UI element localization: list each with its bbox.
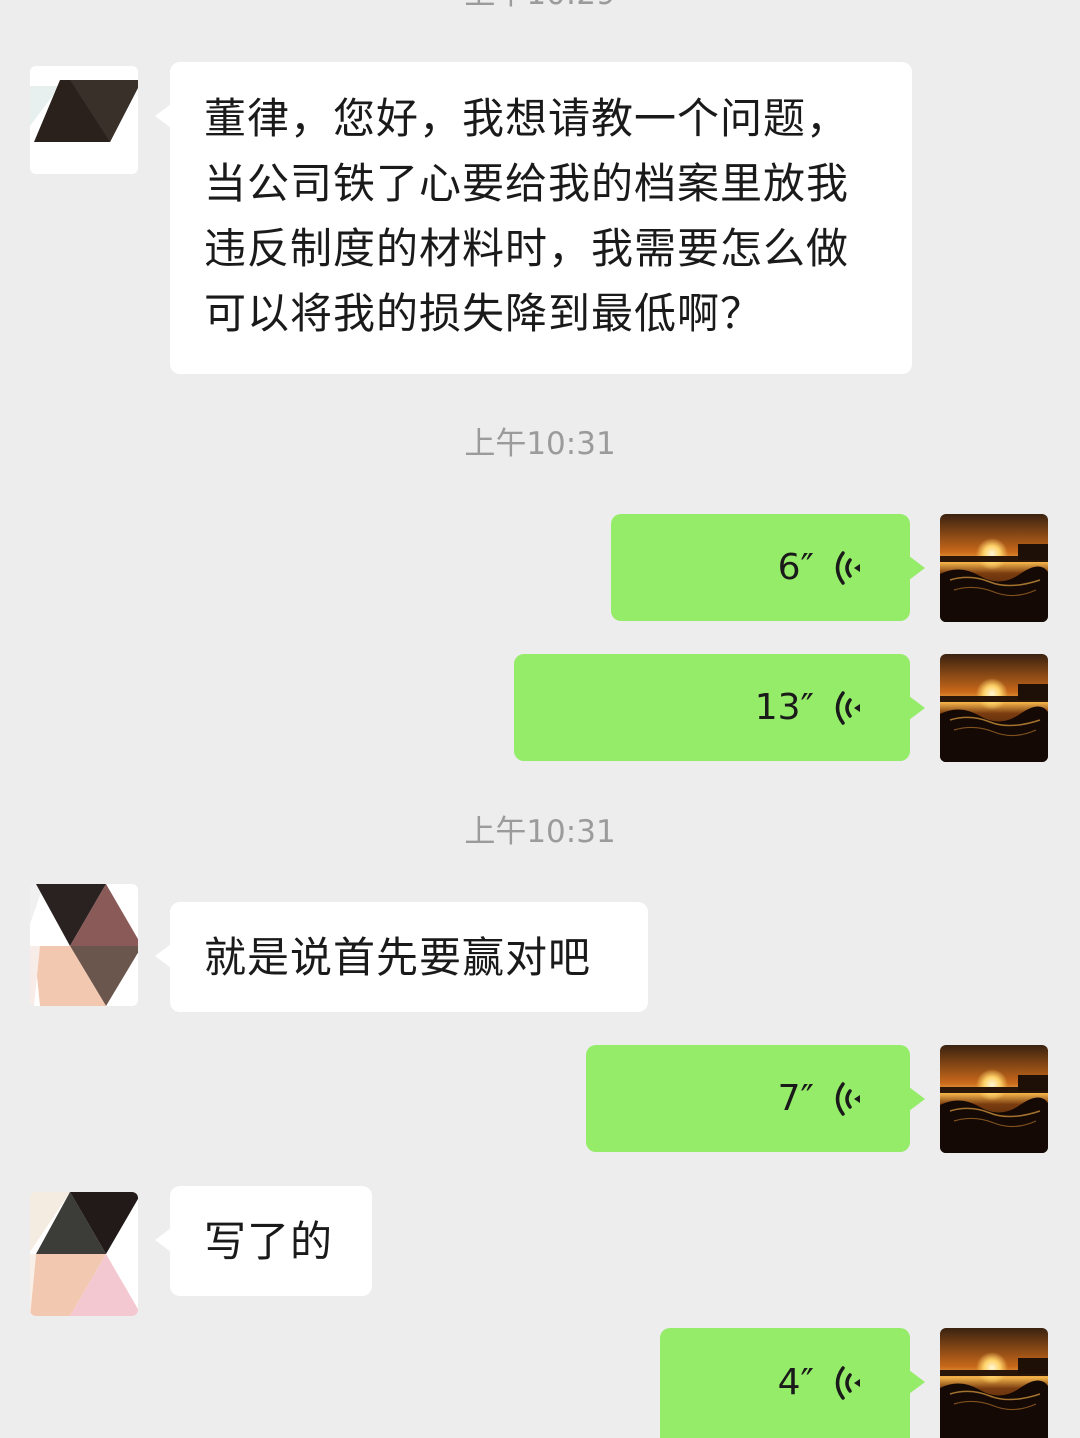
- voice-message-bubble[interactable]: 13″: [514, 654, 925, 761]
- message-bubble-incoming[interactable]: 写了的: [155, 1186, 372, 1296]
- voice-wave-icon: [835, 550, 860, 585]
- self-avatar[interactable]: [940, 1045, 1048, 1153]
- message-bubble-incoming[interactable]: 董律，您好，我想请教一个问题， 当公司铁了心要给我的档案里放我 违反制度的材料时…: [155, 62, 912, 374]
- voice-duration: 13″: [754, 686, 814, 728]
- message-line: 当公司铁了心要给我的档案里放我: [204, 159, 850, 208]
- self-avatar[interactable]: [940, 654, 1048, 762]
- contact-avatar[interactable]: [30, 884, 138, 1006]
- message-line: 写了的: [204, 1217, 334, 1266]
- voice-wave-icon: [835, 1366, 860, 1400]
- message-line: 董律，您好，我想请教一个问题，: [204, 94, 850, 143]
- message-bubble-incoming[interactable]: 就是说首先要赢对吧: [155, 902, 648, 1012]
- message-line: 就是说首先要赢对吧: [204, 933, 592, 982]
- voice-duration: 6″: [777, 546, 814, 588]
- contact-avatar[interactable]: [30, 1192, 138, 1316]
- message-line: 违反制度的材料时，我需要怎么做: [204, 224, 850, 273]
- message-line: 可以将我的损失降到最低啊？: [204, 289, 764, 338]
- timestamp: 上午10:31: [464, 814, 616, 850]
- contact-avatar[interactable]: [30, 66, 138, 174]
- timestamp: 上午10:31: [464, 426, 616, 462]
- voice-message-bubble[interactable]: 4″: [660, 1328, 925, 1438]
- voice-wave-icon: [835, 690, 860, 725]
- voice-message-bubble[interactable]: 7″: [586, 1045, 925, 1152]
- voice-duration: 7″: [777, 1077, 814, 1119]
- timestamp-partial: 上午10:29: [0, 0, 1080, 14]
- self-avatar[interactable]: [940, 1328, 1048, 1438]
- voice-wave-icon: [835, 1081, 860, 1116]
- voice-duration: 4″: [777, 1362, 814, 1403]
- voice-message-bubble[interactable]: 6″: [611, 514, 925, 621]
- self-avatar[interactable]: [940, 514, 1048, 622]
